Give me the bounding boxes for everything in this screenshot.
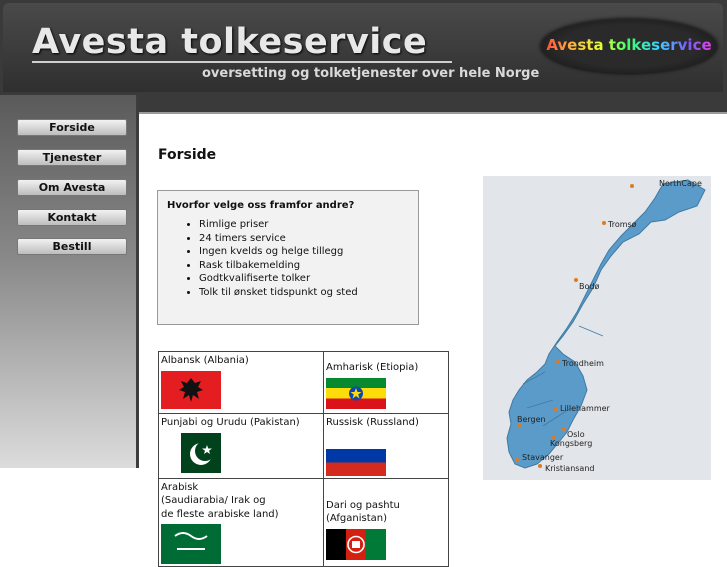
logo-text: Avesta tolkeservice — [541, 36, 717, 54]
city-label: Bodø — [579, 282, 600, 291]
map-marker — [574, 278, 578, 282]
nav-forside-button[interactable]: Forside — [17, 119, 127, 136]
norway-map-shape — [506, 179, 706, 469]
map-marker — [630, 184, 634, 188]
city-label: Stavanger — [522, 453, 564, 462]
language-name-line: (Saudiarabia/ Irak og — [161, 495, 266, 506]
russia-flag-icon — [326, 435, 386, 476]
language-cell[interactable]: Amharisk (Etiopia) — [323, 351, 449, 414]
city-label: NorthCape — [659, 179, 702, 188]
nav-om-avesta-button[interactable]: Om Avesta — [17, 179, 127, 196]
language-cell[interactable]: Dari og pashtu (Afganistan) — [323, 477, 449, 567]
title-underline — [32, 61, 452, 63]
language-cell[interactable]: Arabisk (Saudiarabia/ Irak og de fleste … — [158, 477, 324, 567]
albania-flag-icon — [161, 370, 221, 409]
nav-kontakt-button[interactable]: Kontakt — [17, 209, 127, 226]
why-item: Ingen kvelds og helge tillegg — [199, 245, 358, 259]
city-label: Kongsberg — [550, 439, 593, 448]
saudi-script-icon — [174, 532, 208, 550]
site-title[interactable]: Avesta tolkeservice — [32, 22, 427, 62]
language-name: Russisk (Russland) — [326, 417, 419, 428]
site-header: Avesta tolkeservice oversetting og tolke… — [0, 0, 727, 96]
afghanistan-emblem-icon — [347, 535, 365, 553]
site-logo[interactable]: Avesta tolkeservice — [541, 19, 717, 73]
afghanistan-flag-icon — [326, 528, 386, 560]
city-label: Trondheim — [562, 359, 604, 368]
map-marker — [556, 360, 560, 364]
sidebar-divider — [136, 95, 139, 468]
languages-table: Albansk (Albania) Amharisk (Etiopia) Pun… — [158, 351, 449, 567]
why-item: 24 timers service — [199, 232, 358, 246]
language-name: Dari og pashtu (Afganistan) — [326, 499, 400, 525]
why-item: Tolk til ønsket tidspunkt og sted — [199, 286, 358, 300]
page-title: Forside — [158, 147, 217, 163]
language-name-line: Arabisk — [161, 481, 199, 493]
site-tagline: oversetting og tolketjenester over hele … — [202, 66, 540, 81]
norway-map[interactable]: NorthCape Tromsø Bodø Trondheim Lilleham… — [483, 176, 711, 480]
city-label: Tromsø — [608, 220, 637, 229]
content-topbar — [139, 95, 727, 112]
map-marker — [562, 427, 566, 431]
ethiopia-emblem-icon — [349, 386, 363, 400]
nav-bestill-button[interactable]: Bestill — [17, 238, 127, 255]
nav-tjenester-button[interactable]: Tjenester — [17, 149, 127, 166]
ethiopia-flag-icon — [326, 377, 386, 409]
language-cell[interactable]: Albansk (Albania) — [158, 351, 324, 414]
albania-eagle-icon — [179, 377, 203, 402]
saudi-arabia-flag-icon — [161, 524, 221, 564]
why-item: Rimlige priser — [199, 218, 358, 232]
city-label: Oslo — [567, 430, 585, 439]
language-name: Amharisk (Etiopia) — [326, 362, 419, 373]
map-marker — [602, 221, 606, 225]
map-marker — [538, 464, 542, 468]
city-label: Kristiansand — [545, 464, 595, 473]
map-marker — [515, 458, 519, 462]
why-list: Rimlige priser 24 timers service Ingen k… — [170, 218, 358, 300]
map-marker — [554, 407, 558, 411]
pakistan-flag-icon — [161, 432, 221, 473]
why-title: Hvorfor velge oss framfor andre? — [167, 200, 355, 211]
language-name: Albansk (Albania) — [161, 355, 249, 366]
why-item: Godtkvalifiserte tolker — [199, 272, 358, 286]
why-choose-us-box: Hvorfor velge oss framfor andre? Rimlige… — [157, 190, 419, 325]
city-label: Lillehammer — [560, 404, 610, 413]
city-label: Bergen — [517, 415, 546, 424]
language-name-line: de fleste arabiske land) — [161, 508, 279, 520]
topbar-line — [139, 112, 727, 114]
language-name: Punjabi og Urudu (Pakistan) — [161, 417, 300, 428]
why-item: Rask tilbakemelding — [199, 259, 358, 273]
crescent-star-icon — [190, 440, 215, 465]
language-cell[interactable]: Russisk (Russland) — [323, 413, 449, 479]
language-cell[interactable]: Punjabi og Urudu (Pakistan) — [158, 413, 324, 479]
